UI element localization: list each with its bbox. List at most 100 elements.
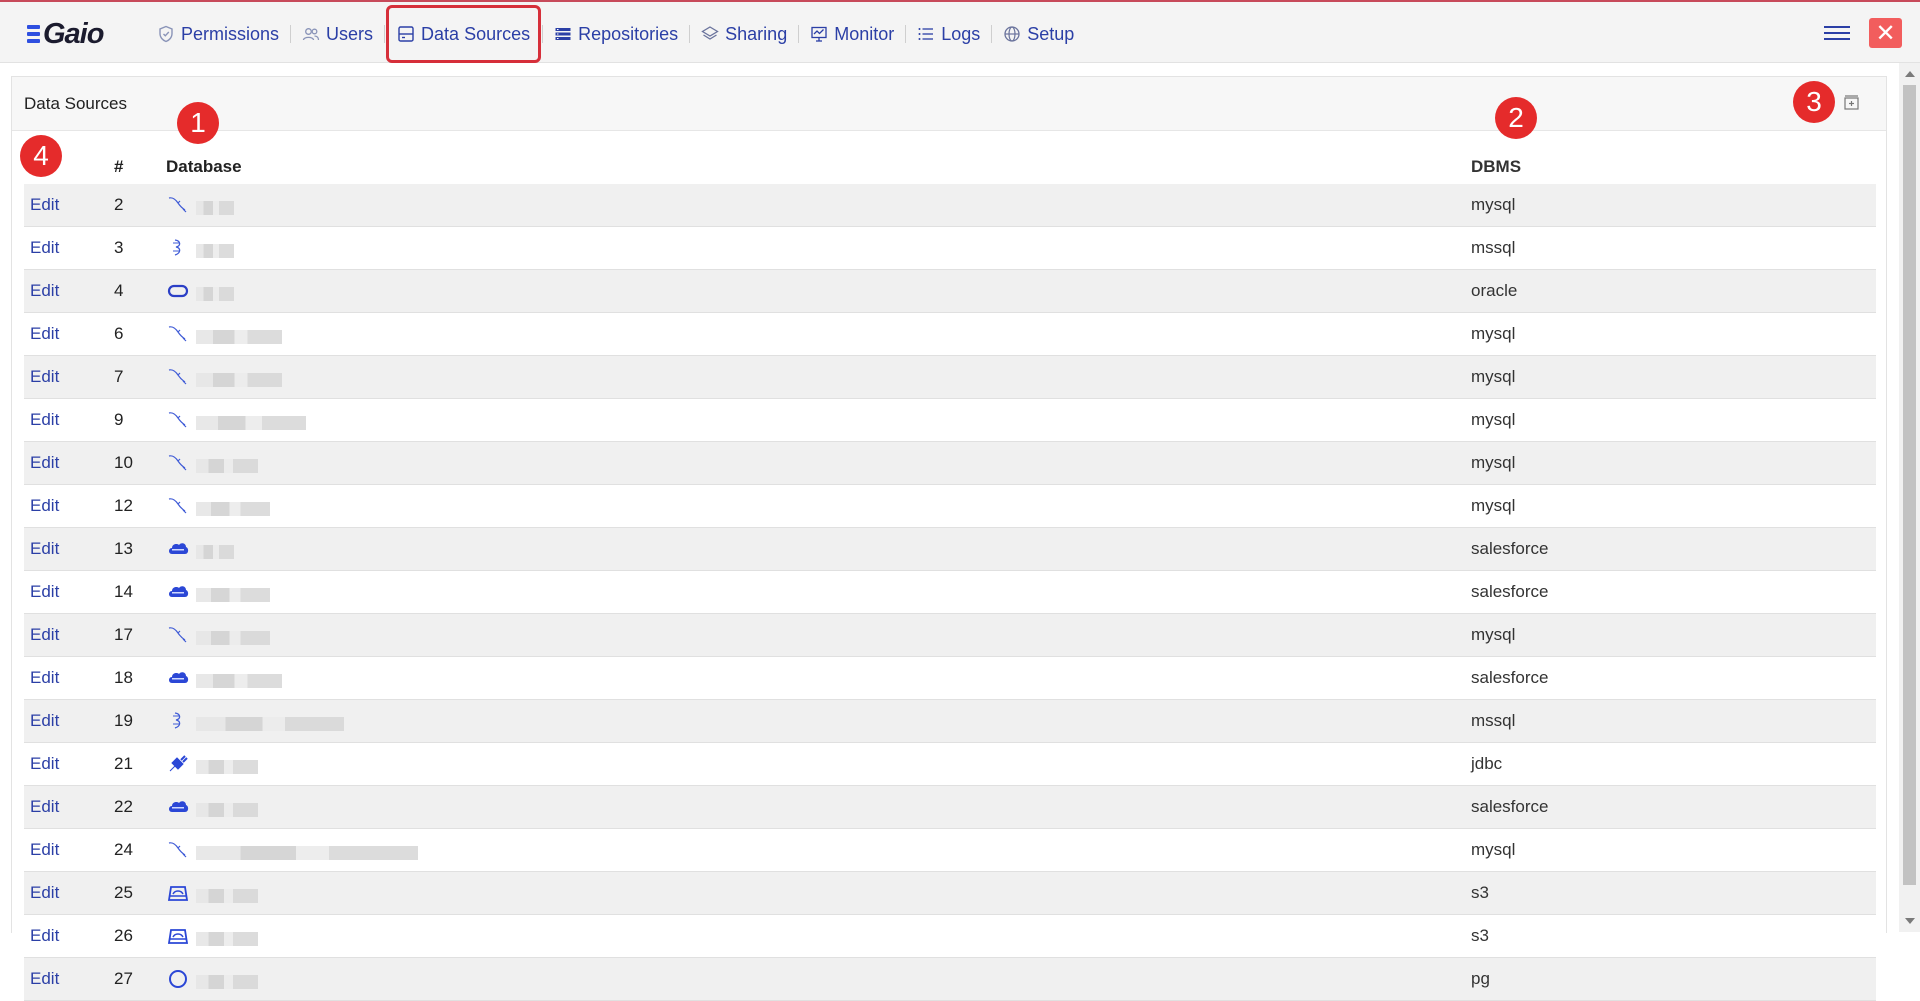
- edit-link[interactable]: Edit: [24, 656, 113, 700]
- app-logo[interactable]: Gaio: [27, 18, 104, 50]
- dbms-cell: mysql: [1470, 484, 1876, 528]
- nav-repositories[interactable]: Repositories: [547, 19, 685, 49]
- dbms-cell: mysql: [1470, 312, 1876, 356]
- nav-divider: [991, 25, 993, 43]
- edit-link[interactable]: Edit: [24, 184, 113, 227]
- row-number: 27: [113, 957, 165, 1001]
- scrollbar-thumb[interactable]: [1903, 85, 1916, 885]
- edit-link[interactable]: Edit: [24, 957, 113, 1001]
- mysql-dolphin-icon: [166, 409, 190, 431]
- dbms-cell: mysql: [1470, 613, 1876, 657]
- users-icon: [302, 25, 320, 43]
- redacted-database-name: [196, 631, 270, 645]
- nav-data-sources-label: Data Sources: [421, 23, 531, 44]
- row-number: 26: [113, 914, 165, 958]
- database-cell: [165, 312, 1470, 356]
- table-row: Edit 25 s3: [24, 871, 1876, 915]
- nav-sharing[interactable]: Sharing: [694, 19, 794, 49]
- dbms-cell: mssql: [1470, 699, 1876, 743]
- s3-bucket-icon: [166, 882, 190, 904]
- row-number: 22: [113, 785, 165, 829]
- header-database[interactable]: Database: [165, 140, 1470, 184]
- data-sources-table: # Database DBMS Edit 2 mysql Edit 3 mssql Edit…: [24, 140, 1876, 1001]
- edit-link[interactable]: Edit: [24, 828, 113, 872]
- add-data-source-icon[interactable]: [1843, 94, 1860, 111]
- scroll-down-arrow-icon[interactable]: [1905, 918, 1915, 924]
- nav-setup-label: Setup: [1027, 23, 1075, 44]
- database-cell: [165, 656, 1470, 700]
- edit-link[interactable]: Edit: [24, 914, 113, 958]
- database-cell: [165, 226, 1470, 270]
- nav-data-sources[interactable]: Data Sources: [386, 5, 542, 63]
- dbms-cell: mysql: [1470, 441, 1876, 485]
- edit-link[interactable]: Edit: [24, 398, 113, 442]
- database-cell: [165, 527, 1470, 571]
- nav-monitor[interactable]: Monitor: [803, 19, 901, 49]
- mysql-dolphin-icon: [166, 366, 190, 388]
- nav-setup[interactable]: Setup: [996, 19, 1081, 49]
- annotation-badge-2: 2: [1495, 97, 1537, 139]
- database-cell: [165, 613, 1470, 657]
- redacted-database-name: [196, 975, 258, 989]
- table-row: Edit 3 mssql: [24, 226, 1876, 270]
- vertical-scrollbar[interactable]: [1899, 63, 1920, 932]
- database-cell: [165, 184, 1470, 227]
- redacted-database-name: [196, 244, 234, 258]
- database-cell: [165, 398, 1470, 442]
- header-num[interactable]: #: [113, 140, 165, 184]
- nav-divider: [384, 25, 386, 43]
- dbms-cell: salesforce: [1470, 570, 1876, 614]
- plug-icon: [166, 753, 190, 775]
- row-number: 13: [113, 527, 165, 571]
- row-number: 7: [113, 355, 165, 399]
- redacted-database-name: [196, 502, 270, 516]
- close-button[interactable]: ✕: [1869, 18, 1902, 48]
- edit-link[interactable]: Edit: [24, 484, 113, 528]
- redacted-database-name: [196, 459, 258, 473]
- edit-link[interactable]: Edit: [24, 742, 113, 786]
- edit-link[interactable]: Edit: [24, 785, 113, 829]
- scroll-up-arrow-icon[interactable]: [1905, 71, 1915, 77]
- nav-logs[interactable]: Logs: [910, 19, 987, 49]
- redacted-database-name: [196, 201, 234, 215]
- row-number: 10: [113, 441, 165, 485]
- nav-users[interactable]: Users: [295, 19, 380, 49]
- redacted-database-name: [196, 760, 258, 774]
- edit-link[interactable]: Edit: [24, 312, 113, 356]
- redacted-database-name: [196, 545, 234, 559]
- dbms-cell: salesforce: [1470, 785, 1876, 829]
- edit-link[interactable]: Edit: [24, 527, 113, 571]
- edit-link[interactable]: Edit: [24, 355, 113, 399]
- table-row: Edit 17 mysql: [24, 613, 1876, 657]
- dbms-cell: mssql: [1470, 226, 1876, 270]
- list-icon: [554, 25, 572, 43]
- row-number: 6: [113, 312, 165, 356]
- database-cell: [165, 871, 1470, 915]
- nav-permissions[interactable]: Permissions: [150, 19, 286, 49]
- database-cell: [165, 785, 1470, 829]
- table-row: Edit 12 mysql: [24, 484, 1876, 528]
- row-number: 17: [113, 613, 165, 657]
- mysql-dolphin-icon: [166, 323, 190, 345]
- dbms-cell: pg: [1470, 957, 1876, 1001]
- header-dbms[interactable]: DBMS: [1470, 140, 1876, 184]
- table-row: Edit 18 salesforce: [24, 656, 1876, 700]
- table-row: Edit 22 salesforce: [24, 785, 1876, 829]
- annotation-badge-1: 1: [177, 102, 219, 144]
- salesforce-icon: [166, 796, 190, 818]
- edit-link[interactable]: Edit: [24, 441, 113, 485]
- edit-link[interactable]: Edit: [24, 570, 113, 614]
- dbms-cell: jdbc: [1470, 742, 1876, 786]
- edit-link[interactable]: Edit: [24, 226, 113, 270]
- edit-link[interactable]: Edit: [24, 871, 113, 915]
- edit-link[interactable]: Edit: [24, 699, 113, 743]
- salesforce-icon: [166, 581, 190, 603]
- dbms-cell: mysql: [1470, 355, 1876, 399]
- edit-link[interactable]: Edit: [24, 613, 113, 657]
- logo-mark: [27, 25, 40, 43]
- edit-link[interactable]: Edit: [24, 269, 113, 313]
- top-navigation-bar: Gaio Permissions Users Data Sources Repo…: [0, 0, 1920, 63]
- s3-bucket-icon: [166, 925, 190, 947]
- hamburger-menu-button[interactable]: [1824, 22, 1850, 46]
- database-cell: [165, 742, 1470, 786]
